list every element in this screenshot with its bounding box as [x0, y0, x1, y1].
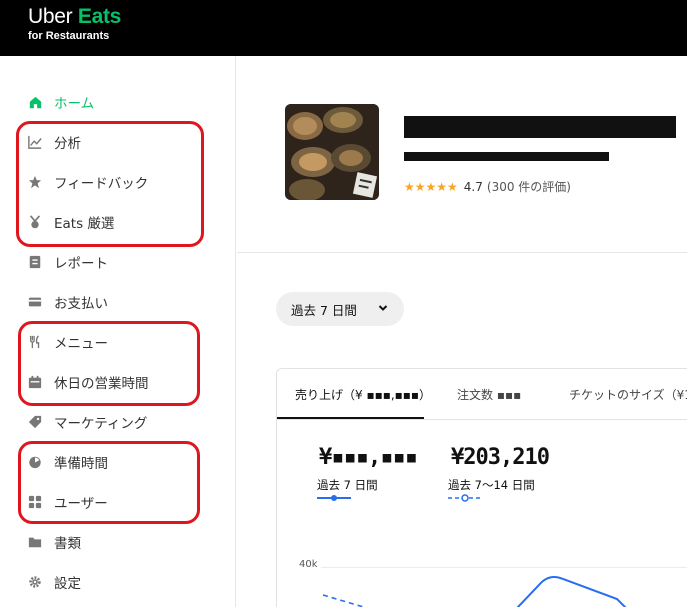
header-divider [237, 252, 687, 253]
axis-tick-label: 40k [299, 559, 318, 570]
sidebar-item-marketing[interactable]: マーケティング [28, 410, 147, 434]
sidebar-item-documents[interactable]: 書類 [28, 530, 81, 554]
home-icon [28, 95, 42, 109]
report-icon [28, 255, 42, 269]
main-content: ★★★★★ 4.7 (300 件の評価) 過去 7 日間 売り上げ（¥ ▪▪▪,… [237, 56, 687, 607]
tab-orders-label: 注文数 ▪▪▪ [457, 387, 522, 402]
sidebar: ホーム 分析 フィードバック Eats 厳選 レポート お支払い メニュー 休日… [0, 56, 236, 607]
sidebar-item-label: 設定 [54, 576, 81, 592]
sidebar-item-label: ホーム [54, 96, 95, 112]
tab-ticket-size[interactable]: チケットのサイズ（¥1,7 [569, 369, 687, 419]
sidebar-item-label: レポート [54, 256, 108, 272]
previous-series-legend [448, 494, 482, 502]
gear-icon [28, 575, 42, 589]
previous-series-line [322, 594, 367, 607]
chevron-down-icon [376, 301, 390, 315]
period-label: 過去 7 日間 [291, 302, 357, 318]
current-sales-amount: ¥▪▪▪,▪▪▪ [319, 445, 418, 470]
store-rating: ★★★★★ 4.7 (300 件の評価) [404, 178, 571, 195]
tab-ticket-size-label: チケットのサイズ（¥1,7 [569, 387, 687, 402]
sidebar-item-label: お支払い [54, 296, 108, 312]
previous-period-label: 過去 7～14 日間 [448, 478, 535, 492]
highlight-box-prep-group [18, 441, 200, 524]
metrics-card: 売り上げ（¥ ▪▪▪,▪▪▪） 注文数 ▪▪▪ チケットのサイズ（¥1,7 ¥▪… [276, 368, 687, 607]
sidebar-item-reports[interactable]: レポート [28, 250, 108, 274]
current-period-label: 過去 7 日間 [317, 478, 378, 492]
card-icon [28, 295, 42, 309]
store-thumbnail[interactable] [285, 104, 379, 200]
current-series-legend [317, 495, 351, 501]
rating-count: (300 件の評価) [486, 180, 571, 194]
tag-icon [28, 415, 42, 429]
top-bar: Uber Eats for Restaurants [0, 0, 687, 56]
uber-eats-logo[interactable]: Uber Eats for Restaurants [28, 5, 122, 43]
rating-stars-icon: ★★★★★ [404, 179, 458, 194]
sidebar-item-settings[interactable]: 設定 [28, 570, 81, 594]
sidebar-item-label: マーケティング [54, 416, 148, 432]
sales-line-chart [322, 576, 627, 607]
rating-score: 4.7 [463, 179, 483, 194]
logo-subtitle: for Restaurants [28, 30, 110, 42]
redacted-store-address [404, 152, 609, 161]
period-dropdown[interactable]: 過去 7 日間 [276, 292, 404, 326]
tabs-divider [277, 419, 687, 420]
highlight-box-analytics-group [16, 121, 204, 247]
folder-icon [28, 535, 42, 549]
sidebar-item-home[interactable]: ホーム [28, 90, 94, 114]
highlight-box-menu-group [18, 321, 200, 406]
logo-eats-text: Eats [72, 5, 122, 28]
current-series-line [516, 576, 627, 607]
redacted-store-name [404, 116, 676, 138]
logo-uber-text: Uber [28, 5, 73, 28]
tab-sales[interactable]: 売り上げ（¥ ▪▪▪,▪▪▪） [295, 369, 431, 419]
previous-sales-amount: ¥203,210 [451, 445, 550, 470]
tab-orders[interactable]: 注文数 ▪▪▪ [457, 369, 521, 419]
tab-sales-label: 売り上げ（¥ ▪▪▪,▪▪▪） [295, 387, 432, 402]
sidebar-item-payments[interactable]: お支払い [28, 290, 108, 314]
sidebar-item-label: 書類 [54, 536, 81, 552]
